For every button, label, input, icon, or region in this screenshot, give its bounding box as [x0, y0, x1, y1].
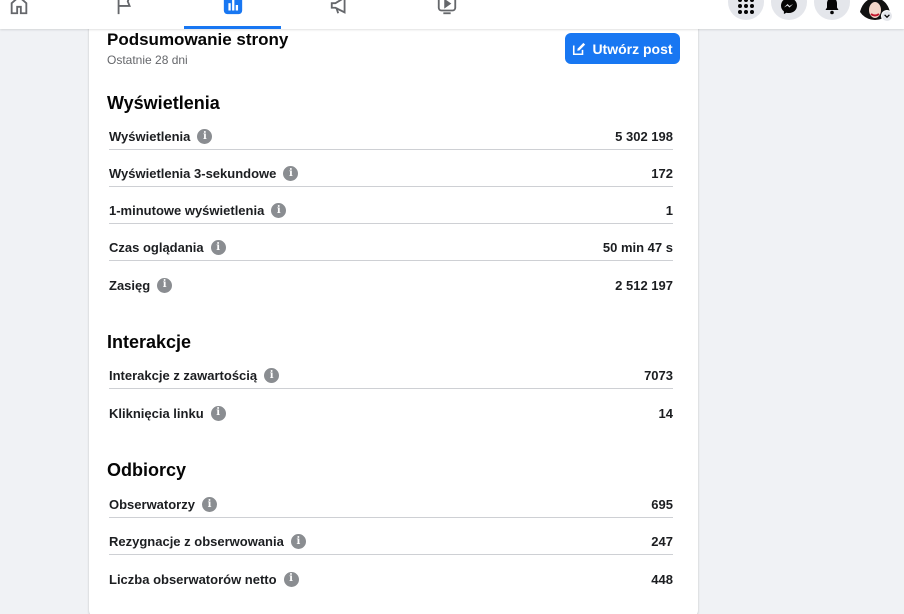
- info-icon[interactable]: i: [264, 368, 280, 383]
- metric-label: Kliknięcia linku: [109, 405, 204, 421]
- info-icon[interactable]: i: [157, 277, 173, 293]
- metric-value: 5 302 198: [615, 129, 673, 144]
- edit-icon: [573, 42, 586, 55]
- metric-value: 2 512 197: [615, 277, 673, 293]
- metric-row: Zasięg i 2 512 197: [109, 272, 673, 298]
- metric-label: Wyświetlenia: [109, 129, 191, 144]
- active-tab-indicator: [184, 26, 281, 29]
- chevron-down-icon: [884, 14, 890, 19]
- info-icon[interactable]: i: [271, 203, 287, 218]
- metric-row: Wyświetlenia 3-sekundowe i 172: [109, 161, 673, 187]
- metric-label: Rezygnacje z obserwowania: [109, 534, 284, 549]
- megaphone-icon[interactable]: [328, 0, 352, 16]
- account-menu-chevron[interactable]: [881, 10, 893, 22]
- metric-label: Liczba obserwatorów netto: [109, 571, 277, 587]
- metric-label: Interakcje z zawartością: [109, 368, 258, 383]
- metric-value: 1: [665, 203, 673, 218]
- bell-icon: [825, 0, 839, 15]
- messenger-icon: [781, 0, 797, 14]
- metric-row: Obserwatorzy i 695: [109, 492, 673, 518]
- date-range-label: Ostatnie 28 dni: [107, 53, 188, 67]
- messenger-button[interactable]: [771, 0, 807, 20]
- create-post-button[interactable]: Utwórz post: [565, 33, 680, 64]
- info-icon[interactable]: i: [210, 240, 226, 255]
- metric-label: Zasięg: [109, 277, 151, 293]
- metric-row: 1-minutowe wyświetlenia i 1: [109, 198, 673, 224]
- flag-icon[interactable]: [113, 0, 137, 16]
- metric-row: Kliknięcia linku i 14: [109, 400, 673, 426]
- metric-value: 247: [651, 534, 673, 549]
- metric-value: 7073: [644, 368, 673, 383]
- section-title-interactions: Interakcje: [107, 332, 192, 352]
- info-icon[interactable]: i: [197, 129, 213, 144]
- metric-label: Wyświetlenia 3-sekundowe: [109, 166, 277, 181]
- metric-value: 14: [658, 405, 673, 421]
- metric-row: Wyświetlenia i 5 302 198: [109, 124, 673, 150]
- metric-label: Czas oglądania: [109, 240, 204, 255]
- info-icon[interactable]: i: [201, 497, 217, 512]
- home-icon[interactable]: [7, 0, 31, 16]
- video-play-icon[interactable]: [435, 0, 459, 16]
- insights-chart-icon[interactable]: [221, 0, 245, 16]
- info-icon[interactable]: i: [290, 534, 306, 549]
- create-post-label: Utwórz post: [592, 40, 673, 57]
- top-navigation-bar: [0, 0, 904, 29]
- metric-label: 1-minutowe wyświetlenia: [109, 203, 265, 218]
- info-icon[interactable]: i: [210, 405, 226, 421]
- metric-value: 695: [651, 497, 673, 512]
- info-icon[interactable]: i: [283, 166, 299, 181]
- metric-value: 172: [651, 166, 673, 181]
- metric-label: Obserwatorzy: [109, 497, 195, 512]
- info-icon[interactable]: i: [283, 571, 299, 587]
- grid-icon: [738, 0, 754, 14]
- metric-row: Rezygnacje z obserwowania i 247: [109, 529, 673, 555]
- notifications-button[interactable]: [814, 0, 850, 20]
- metric-row: Czas oglądania i 50 min 47 s: [109, 235, 673, 261]
- metric-row: Interakcje z zawartością i 7073: [109, 363, 673, 389]
- metric-value: 448: [651, 571, 673, 587]
- section-title-audience: Odbiorcy: [107, 460, 187, 480]
- page-title: Podsumowanie strony: [107, 30, 289, 49]
- section-title-views: Wyświetlenia: [107, 93, 220, 113]
- menu-grid-button[interactable]: [728, 0, 764, 20]
- metric-row: Liczba obserwatorów netto i 448: [109, 566, 673, 592]
- metric-value: 50 min 47 s: [602, 240, 673, 255]
